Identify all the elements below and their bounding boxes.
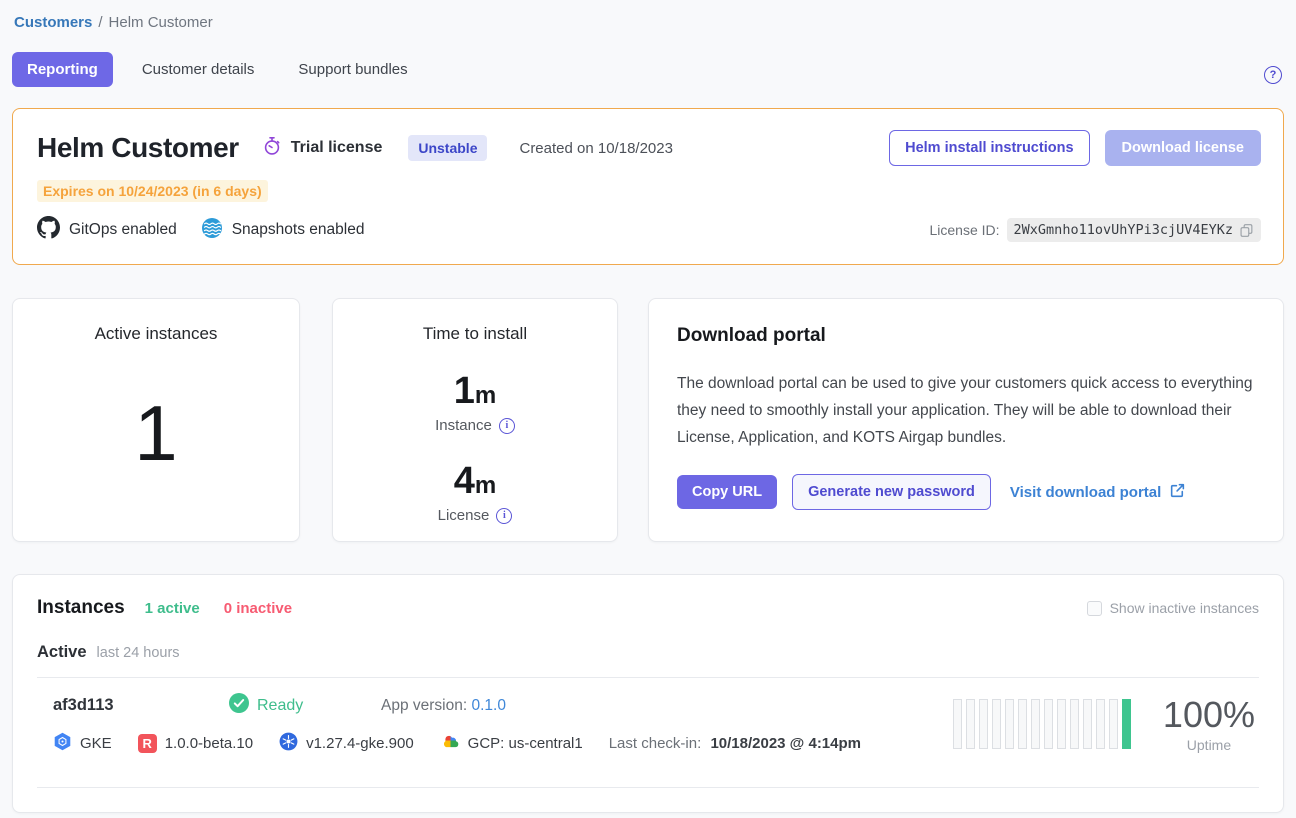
row-divider-bottom bbox=[37, 787, 1259, 788]
license-install-unit: m bbox=[475, 472, 496, 499]
app-release-version: 1.0.0-beta.10 bbox=[165, 735, 253, 752]
copy-url-button[interactable]: Copy URL bbox=[677, 475, 777, 509]
last-checkin-value: 10/18/2023 @ 4:14pm bbox=[710, 735, 861, 752]
download-portal-description: The download portal can be used to give … bbox=[677, 370, 1255, 451]
instance-install-value: 1 bbox=[454, 370, 475, 412]
active-instances-card: Active instances 1 bbox=[12, 298, 300, 542]
instance-status-label: Ready bbox=[257, 697, 303, 715]
active-instances-value: 1 bbox=[134, 344, 177, 541]
gcp-icon bbox=[440, 731, 460, 755]
license-type: Trial license bbox=[262, 136, 383, 161]
snapshots-icon bbox=[201, 217, 223, 244]
expiration-notice: Expires on 10/24/2023 (in 6 days) bbox=[37, 180, 268, 202]
instance-install-unit: m bbox=[475, 382, 496, 409]
instance-install-metric: 1m Instance i bbox=[435, 372, 515, 434]
k8s-version-label: v1.27.4-gke.900 bbox=[306, 735, 414, 752]
instance-info-icon[interactable]: i bbox=[499, 418, 515, 434]
copy-icon[interactable] bbox=[1239, 223, 1254, 238]
instances-card: Instances 1 active 0 inactive Show inact… bbox=[12, 574, 1284, 813]
download-license-button[interactable]: Download license bbox=[1105, 130, 1261, 166]
breadcrumb-customers-link[interactable]: Customers bbox=[14, 14, 92, 31]
customer-summary-card: Helm Customer Trial license Unstable Cre… bbox=[12, 108, 1284, 265]
instance-row: af3d113 Ready App version: 0.1.0 bbox=[13, 678, 1283, 772]
active-count: 1 active bbox=[145, 600, 200, 617]
gitops-feature: GitOps enabled bbox=[37, 216, 177, 244]
cloud-region-meta: GCP: us-central1 bbox=[440, 731, 583, 755]
tab-reporting[interactable]: Reporting bbox=[12, 52, 113, 87]
app-version-link[interactable]: 0.1.0 bbox=[471, 697, 505, 714]
uptime-value: 100% bbox=[1163, 695, 1255, 735]
breadcrumb-separator: / bbox=[98, 14, 102, 31]
last-checkin: Last check-in: 10/18/2023 @ 4:14pm bbox=[609, 735, 861, 752]
license-install-metric: 4m License i bbox=[438, 462, 513, 524]
kubernetes-icon bbox=[279, 732, 298, 755]
snapshots-feature: Snapshots enabled bbox=[201, 217, 365, 244]
snapshots-label: Snapshots enabled bbox=[232, 221, 365, 239]
external-link-icon bbox=[1169, 482, 1186, 503]
license-install-label: License bbox=[438, 507, 490, 524]
visit-download-portal-link[interactable]: Visit download portal bbox=[1010, 482, 1186, 503]
active-instances-title: Active instances bbox=[95, 324, 218, 344]
created-date: Created on 10/18/2023 bbox=[519, 140, 672, 157]
app-release-meta: R 1.0.0-beta.10 bbox=[138, 734, 253, 753]
app-version-label: App version: bbox=[381, 697, 467, 714]
active-section-sublabel: last 24 hours bbox=[97, 645, 180, 661]
time-to-install-card: Time to install 1m Instance i 4m License… bbox=[332, 298, 618, 542]
license-id-value: 2WxGmnho11ovUhYPi3cjUV4EYKz bbox=[1007, 218, 1261, 242]
license-id-group: License ID: 2WxGmnho11ovUhYPi3cjUV4EYKz bbox=[930, 218, 1262, 242]
last-checkin-label: Last check-in: bbox=[609, 735, 702, 752]
license-info-icon[interactable]: i bbox=[496, 508, 512, 524]
gitops-label: GitOps enabled bbox=[69, 221, 177, 239]
inactive-count: 0 inactive bbox=[224, 600, 292, 617]
tab-bar: Reporting Customer details Support bundl… bbox=[12, 52, 1284, 87]
uptime-bars bbox=[953, 699, 1131, 749]
gke-icon bbox=[53, 732, 72, 755]
uptime-label: Uptime bbox=[1163, 737, 1255, 753]
download-portal-title: Download portal bbox=[677, 325, 1255, 347]
ready-check-icon bbox=[229, 693, 249, 718]
customer-name: Helm Customer bbox=[37, 132, 239, 164]
show-inactive-checkbox[interactable] bbox=[1087, 601, 1102, 616]
k8s-version-meta: v1.27.4-gke.900 bbox=[279, 732, 414, 755]
helm-install-instructions-button[interactable]: Helm install instructions bbox=[889, 130, 1089, 166]
tab-support-bundles[interactable]: Support bundles bbox=[283, 52, 422, 87]
download-portal-card: Download portal The download portal can … bbox=[648, 298, 1284, 542]
channel-badge: Unstable bbox=[408, 135, 487, 161]
distribution-meta: GKE bbox=[53, 732, 112, 755]
active-section-label: Active bbox=[37, 643, 87, 662]
cloud-region-label: GCP: us-central1 bbox=[468, 735, 583, 752]
license-type-label: Trial license bbox=[291, 139, 383, 157]
visit-download-portal-label: Visit download portal bbox=[1010, 484, 1161, 501]
customer-reporting-page: Customers / Helm Customer Reporting Cust… bbox=[0, 0, 1296, 813]
help-icon[interactable]: ? bbox=[1264, 66, 1282, 84]
instances-title: Instances bbox=[37, 597, 125, 619]
instance-id: af3d113 bbox=[53, 696, 229, 715]
tab-customer-details[interactable]: Customer details bbox=[127, 52, 270, 87]
instance-status: Ready bbox=[229, 693, 355, 718]
generate-password-button[interactable]: Generate new password bbox=[792, 474, 991, 510]
license-id-text: 2WxGmnho11ovUhYPi3cjUV4EYKz bbox=[1014, 222, 1233, 238]
license-install-value: 4 bbox=[454, 460, 475, 502]
trial-timer-icon bbox=[262, 136, 282, 161]
distribution-label: GKE bbox=[80, 735, 112, 752]
breadcrumb: Customers / Helm Customer bbox=[12, 14, 1284, 31]
time-to-install-title: Time to install bbox=[423, 324, 527, 344]
github-icon bbox=[37, 216, 60, 244]
breadcrumb-current: Helm Customer bbox=[109, 14, 213, 31]
replicated-icon: R bbox=[138, 734, 157, 753]
show-inactive-toggle[interactable]: Show inactive instances bbox=[1087, 600, 1259, 616]
instance-install-label: Instance bbox=[435, 417, 492, 434]
license-id-label: License ID: bbox=[930, 222, 1000, 238]
show-inactive-label: Show inactive instances bbox=[1110, 600, 1259, 616]
